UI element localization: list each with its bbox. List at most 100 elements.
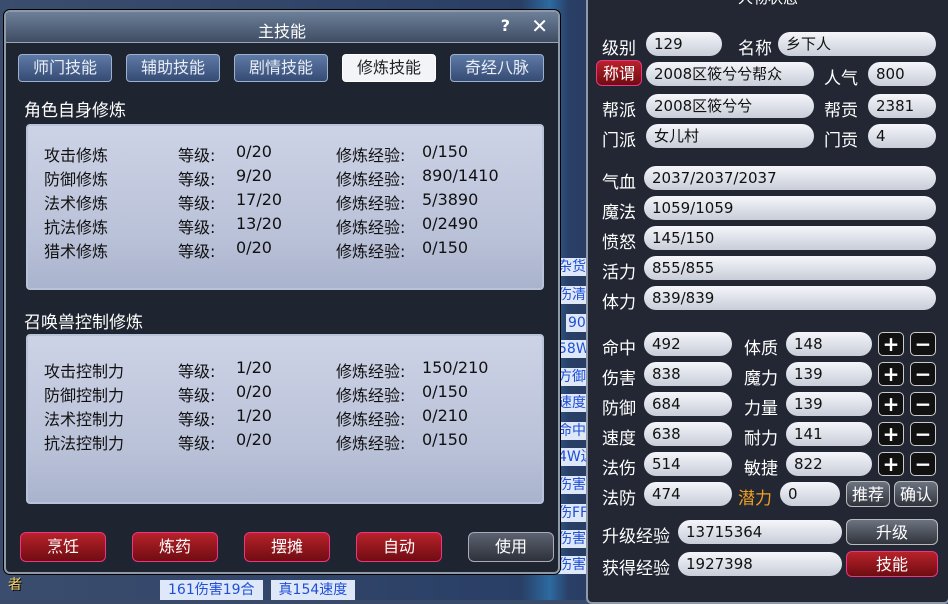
- popularity-field: 800: [868, 62, 936, 86]
- title-field: 2008区筱兮兮帮众: [646, 62, 814, 86]
- bg-tag: 速度: [556, 394, 588, 412]
- bg-tag: 命中: [556, 422, 588, 440]
- level-value: 9/20: [236, 166, 272, 185]
- minus-icon[interactable]: −: [910, 392, 936, 416]
- exp-value: 890/1410: [422, 166, 499, 185]
- upgrade-exp-label: 升级经验: [602, 527, 670, 547]
- level-label: 等级:: [178, 410, 216, 429]
- potential-label: 潜力: [738, 489, 772, 509]
- skill-name: 防御修炼: [44, 170, 109, 189]
- level-value: 0/20: [236, 382, 272, 401]
- level-label: 等级:: [178, 194, 216, 213]
- bottom-button-bar: 烹饪 炼药 摆摊 自动 使用: [20, 532, 554, 562]
- strength-label: 力量: [744, 399, 778, 419]
- tab-meridians[interactable]: 奇经八脉: [450, 54, 544, 82]
- minus-icon[interactable]: −: [910, 422, 936, 446]
- list-item[interactable]: 抗法修炼 等级: 13/20 修炼经验: 0/2490: [44, 214, 522, 238]
- list-item[interactable]: 猎术修炼 等级: 0/20 修炼经验: 0/150: [44, 238, 522, 262]
- exp-value: 5/3890: [422, 190, 479, 209]
- speed-label: 速度: [602, 429, 636, 449]
- exp-value: 0/150: [422, 238, 469, 257]
- level-label: 级别: [602, 39, 636, 59]
- level-field: 129: [646, 32, 722, 56]
- exp-label: 修炼经验:: [336, 410, 406, 429]
- defense-field: 684: [644, 392, 732, 416]
- plus-icon[interactable]: +: [878, 362, 904, 386]
- list-item[interactable]: 法术控制力 等级: 1/20 修炼经验: 0/210: [44, 406, 522, 430]
- school-label: 门派: [602, 131, 636, 151]
- skills-button[interactable]: 技能: [846, 551, 938, 577]
- cook-button[interactable]: 烹饪: [20, 532, 106, 562]
- confirm-button[interactable]: 确认: [894, 481, 938, 507]
- skill-name: 抗法修炼: [44, 218, 109, 237]
- list-item[interactable]: 防御控制力 等级: 0/20 修炼经验: 0/150: [44, 382, 522, 406]
- exp-label: 修炼经验:: [336, 218, 406, 237]
- exp-label: 修炼经验:: [336, 434, 406, 453]
- tab-school-skills[interactable]: 师门技能: [18, 54, 112, 82]
- gang-contrib-label: 帮贡: [824, 101, 858, 121]
- level-value: 13/20: [236, 214, 283, 233]
- list-item[interactable]: 攻击修炼 等级: 0/20 修炼经验: 0/150: [44, 142, 522, 166]
- use-button[interactable]: 使用: [468, 532, 554, 562]
- title-button[interactable]: 称谓: [596, 60, 642, 86]
- plus-icon[interactable]: +: [878, 392, 904, 416]
- school-contrib-field: 4: [868, 124, 936, 148]
- skill-name: 防御控制力: [44, 386, 125, 405]
- magic-damage-label: 法伤: [602, 459, 636, 479]
- level-value: 0/20: [236, 430, 272, 449]
- hp-label: 气血: [602, 173, 636, 193]
- level-value: 0/20: [236, 238, 272, 257]
- upgrade-button[interactable]: 升级: [846, 519, 938, 545]
- gang-field: 2008区筱兮兮: [646, 94, 814, 118]
- name-field: 乡下人: [778, 32, 936, 56]
- school-field: 女儿村: [646, 124, 814, 148]
- list-item[interactable]: 防御修炼 等级: 9/20 修炼经验: 890/1410: [44, 166, 522, 190]
- tab-cultivation-skills[interactable]: 修炼技能: [342, 54, 436, 82]
- endurance-field: 141: [786, 422, 872, 446]
- exp-value: 0/210: [422, 406, 469, 425]
- tab-story-skills[interactable]: 剧情技能: [234, 54, 328, 82]
- minus-icon[interactable]: −: [910, 452, 936, 476]
- self-cultivation-panel: 攻击修炼 等级: 0/20 修炼经验: 0/150 防御修炼 等级: 9/20 …: [26, 124, 544, 290]
- vitality-label: 活力: [602, 263, 636, 283]
- magic-defense-field: 474: [644, 482, 732, 506]
- potential-field: 0: [780, 482, 840, 506]
- tab-support-skills[interactable]: 辅助技能: [126, 54, 220, 82]
- list-item[interactable]: 法术修炼 等级: 17/20 修炼经验: 5/3890: [44, 190, 522, 214]
- stall-button[interactable]: 摆摊: [244, 532, 330, 562]
- auto-button[interactable]: 自动: [356, 532, 442, 562]
- hp-field: 2037/2037/2037: [644, 166, 936, 190]
- level-label: 等级:: [178, 146, 216, 165]
- skill-name: 抗法控制力: [44, 434, 125, 453]
- list-item[interactable]: 抗法控制力 等级: 0/20 修炼经验: 0/150: [44, 430, 522, 454]
- magic-defense-label: 法防: [602, 489, 636, 509]
- help-icon[interactable]: ?: [501, 16, 510, 35]
- mp-label: 魔法: [602, 203, 636, 223]
- exp-value: 150/210: [422, 358, 489, 377]
- plus-icon[interactable]: +: [878, 452, 904, 476]
- anger-label: 愤怒: [602, 233, 636, 253]
- anger-field: 145/150: [644, 226, 936, 250]
- minus-icon[interactable]: −: [910, 332, 936, 356]
- main-skills-window: 主技能 ? ✕ 师门技能 辅助技能 剧情技能 修炼技能 奇经八脉 角色自身修炼 …: [4, 10, 560, 574]
- plus-icon[interactable]: +: [878, 332, 904, 356]
- exp-value: 0/150: [422, 430, 469, 449]
- level-value: 1/20: [236, 358, 272, 377]
- hit-field: 492: [644, 332, 732, 356]
- list-item[interactable]: 攻击控制力 等级: 1/20 修炼经验: 150/210: [44, 358, 522, 382]
- bg-tag: 伤清: [556, 286, 588, 304]
- exp-label: 修炼经验:: [336, 170, 406, 189]
- minus-icon[interactable]: −: [910, 362, 936, 386]
- recommend-button[interactable]: 推荐: [846, 481, 890, 507]
- skill-name: 法术修炼: [44, 194, 109, 213]
- level-label: 等级:: [178, 218, 216, 237]
- school-contrib-label: 门贡: [824, 131, 858, 151]
- window-titlebar[interactable]: 主技能 ? ✕: [6, 12, 558, 43]
- close-icon[interactable]: ✕: [531, 14, 548, 38]
- gain-exp-label: 获得经验: [602, 559, 670, 579]
- gang-label: 帮派: [602, 101, 636, 121]
- window-title: 主技能: [257, 22, 306, 41]
- plus-icon[interactable]: +: [878, 422, 904, 446]
- alchemy-button[interactable]: 炼药: [132, 532, 218, 562]
- magic-damage-field: 514: [644, 452, 732, 476]
